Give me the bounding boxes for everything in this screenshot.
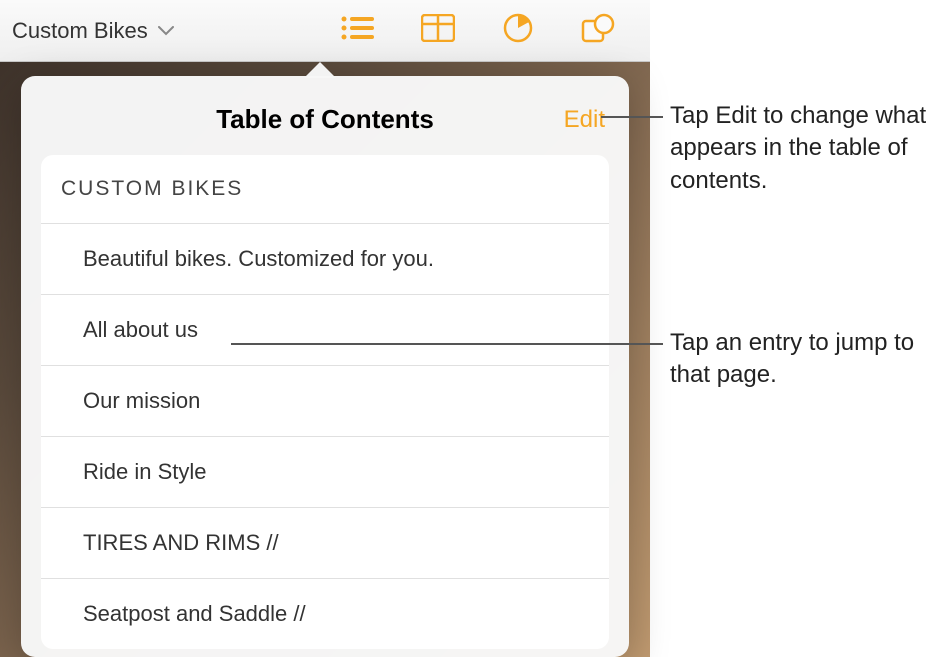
document-title: Custom Bikes [12,18,148,44]
toc-item[interactable]: Ride in Style [41,437,609,508]
document-title-dropdown[interactable]: Custom Bikes [12,18,174,44]
toc-item[interactable]: Our mission [41,366,609,437]
shapes-icon [581,13,615,48]
toc-item[interactable]: Beautiful bikes. Customized for you. [41,224,609,295]
popover-header: Table of Contents Edit [21,76,629,155]
table-insert-button[interactable] [398,0,478,62]
chevron-down-icon [158,23,174,41]
callout-text: Tap an entry to jump to that page. [670,327,930,392]
chart-insert-button[interactable] [478,0,558,62]
toc-view-button[interactable] [318,0,398,62]
shape-insert-button[interactable] [558,0,638,62]
callout-text: Tap Edit to change what appears in the t… [670,100,935,197]
toc-item[interactable]: TIRES AND RIMS // [41,508,609,579]
callout-connector [231,343,663,345]
toc-popover: Table of Contents Edit CUSTOM BIKES Beau… [21,76,629,657]
list-icon [340,14,376,47]
toc-item[interactable]: All about us [41,295,609,366]
toc-section-header[interactable]: CUSTOM BIKES [41,155,609,224]
edit-button[interactable]: Edit [564,106,605,134]
pie-chart-icon [502,12,534,49]
table-icon [421,14,455,47]
toc-item[interactable]: Seatpost and Saddle // [41,579,609,649]
popover-title: Table of Contents [216,104,434,134]
callout-connector [601,116,663,118]
toolbar: Custom Bikes [0,0,650,62]
toc-list: CUSTOM BIKES Beautiful bikes. Customized… [41,155,609,649]
